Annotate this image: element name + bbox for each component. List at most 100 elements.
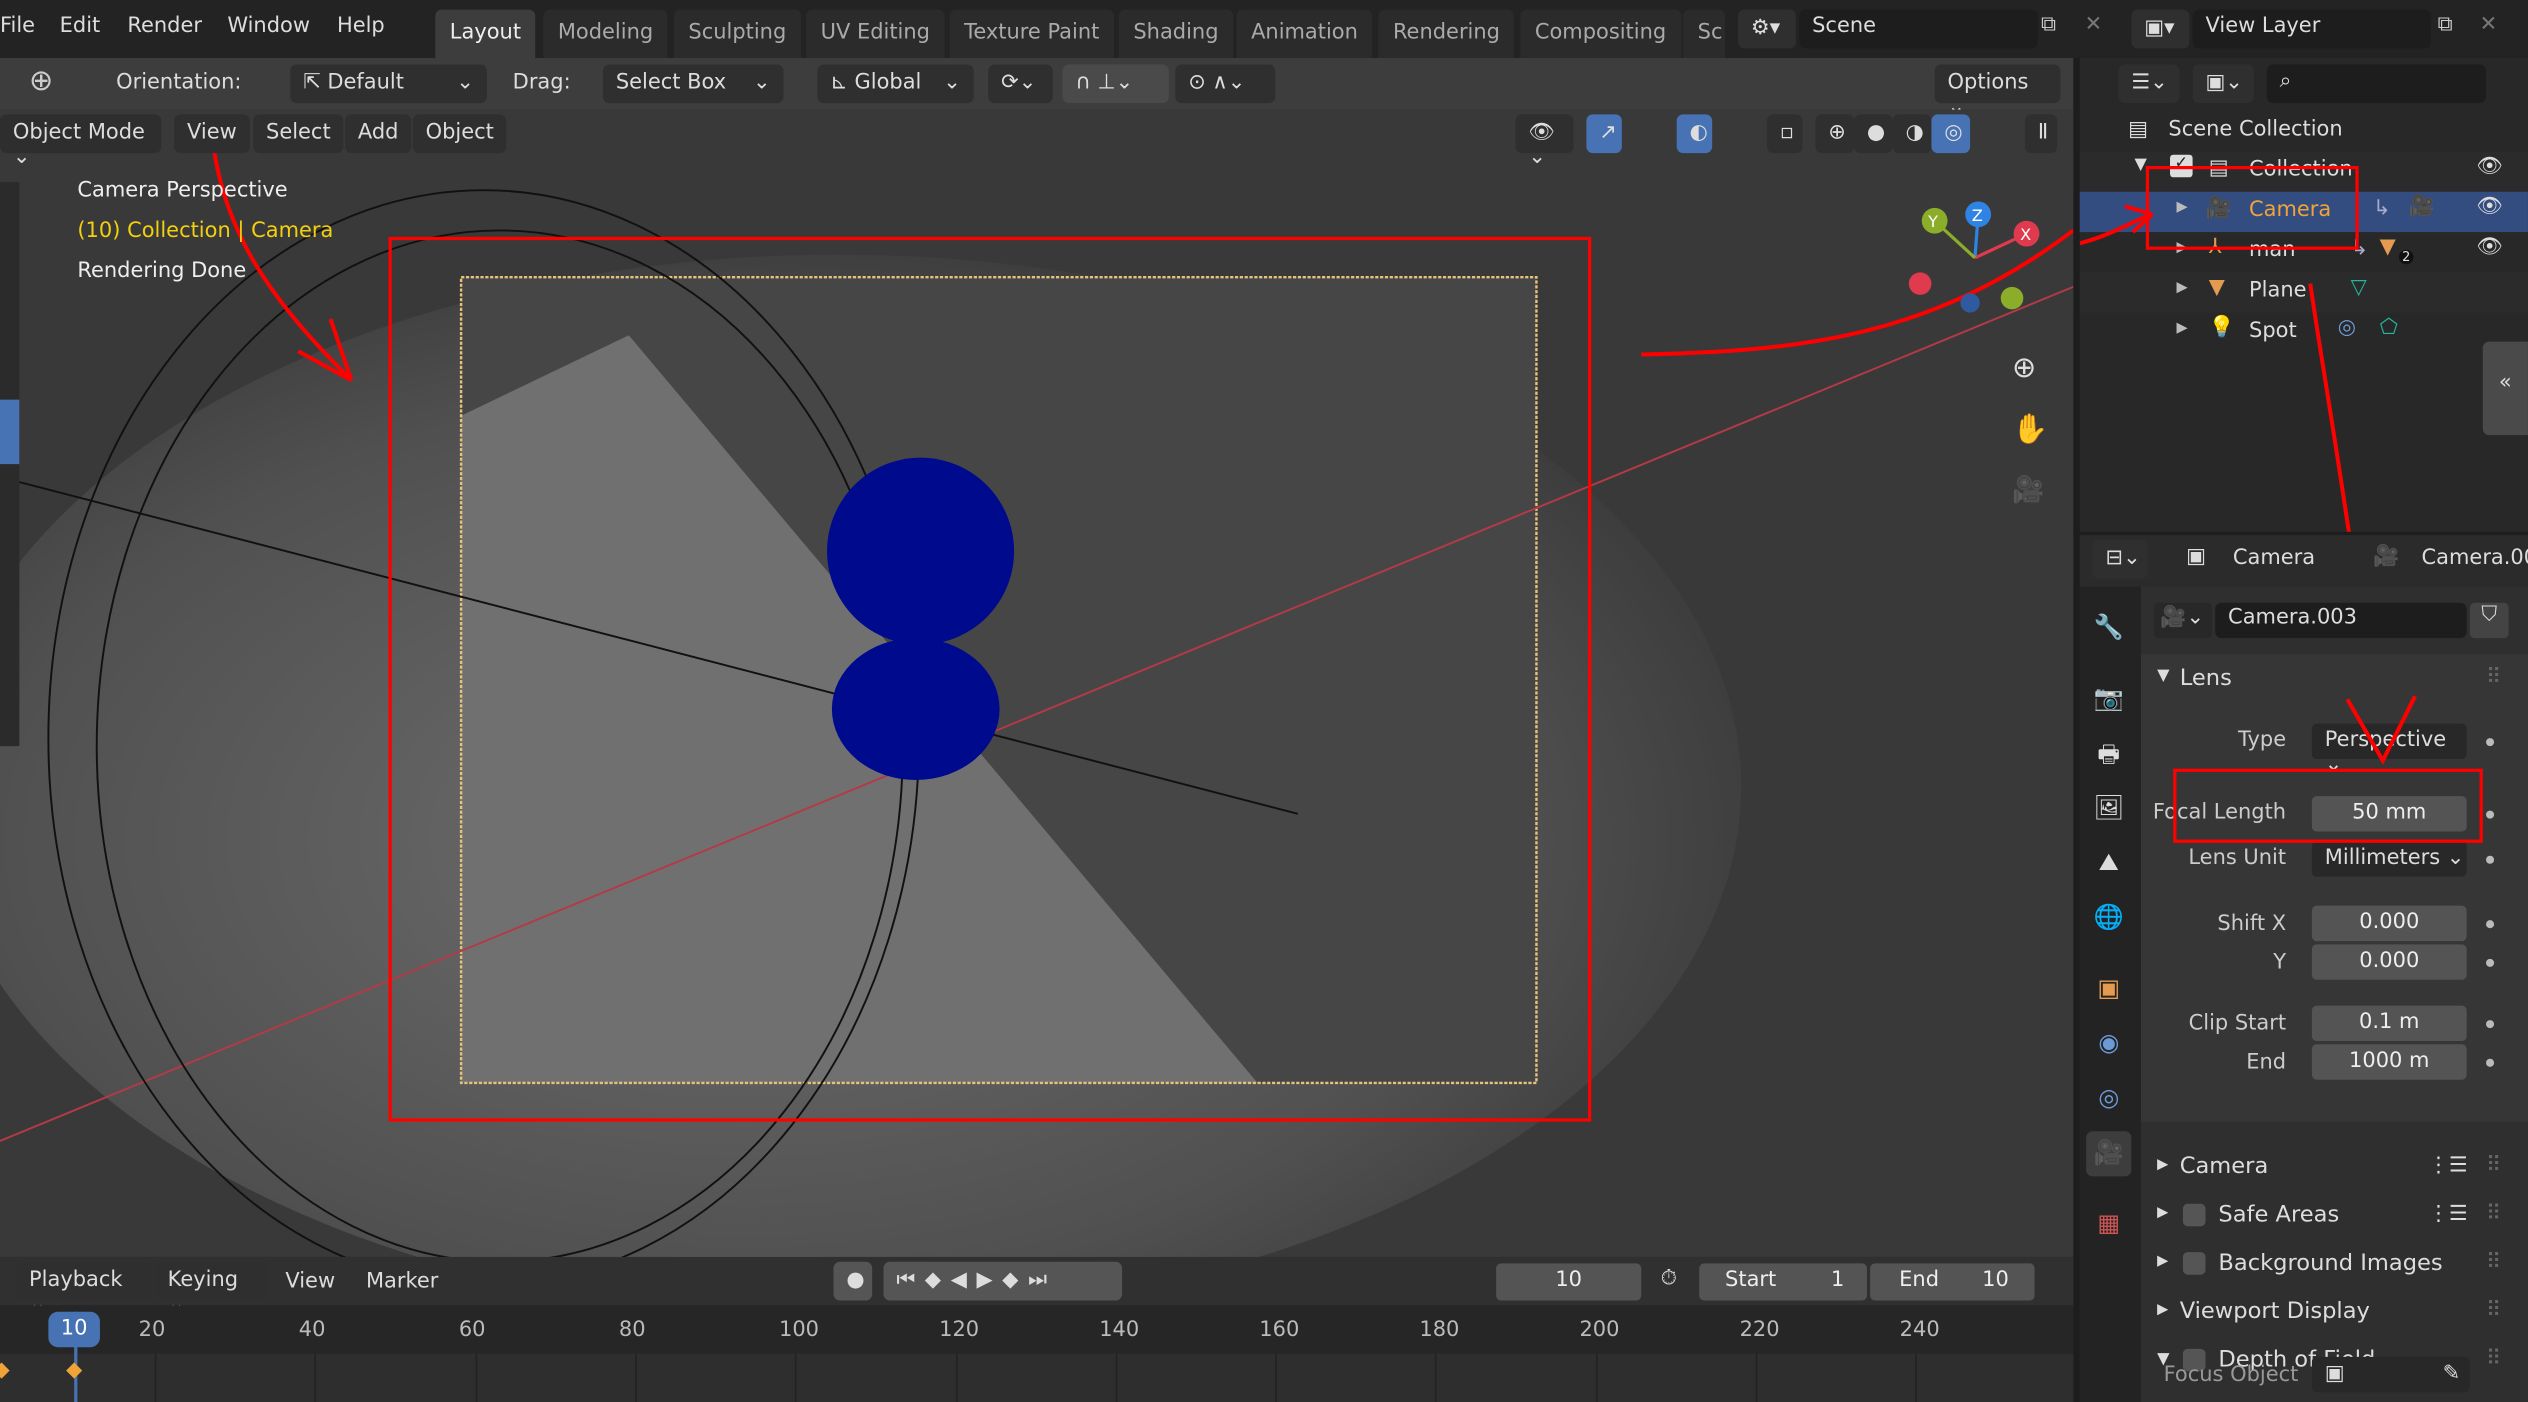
tool-tab-icon[interactable]: 🔧 (2086, 606, 2131, 651)
proportional-editing[interactable]: ⊙ ∧⌄ (1175, 64, 1276, 104)
camera-data-tab-icon[interactable]: 🎥 (2086, 1131, 2132, 1177)
menu-render[interactable]: Render (127, 15, 202, 39)
timeline-menu-marker[interactable]: Marker (366, 1270, 438, 1294)
focus-object-field[interactable]: ▣ ✎ (2311, 1356, 2470, 1393)
navigation-gizmo[interactable]: Z X Y (1902, 193, 2047, 322)
menu-window[interactable]: Window (227, 15, 310, 39)
tab-uv-editing[interactable]: UV Editing (806, 9, 945, 59)
menu-edit[interactable]: Edit (60, 15, 101, 39)
playback-controls[interactable]: ⏮◆◀▶◆⏭ (883, 1261, 1123, 1301)
pause-render-button[interactable]: Ⅱ (2024, 114, 2058, 154)
drag-dropdown[interactable]: Select Box ⌄ (602, 64, 784, 104)
keyframe-dot[interactable] (2486, 958, 2495, 967)
zoom-icon[interactable]: ⊕ (2012, 351, 2036, 385)
keyframe-dot[interactable] (2486, 855, 2495, 864)
view-layer-selector[interactable]: ▣▾ (2131, 9, 2190, 49)
solid-shading[interactable]: ● (1854, 114, 1893, 154)
record-button[interactable]: ● (833, 1261, 873, 1301)
presets-icon[interactable]: ⋮☰ (2428, 1202, 2468, 1226)
section-background-images[interactable]: ▶ Background Images ⠿ (2141, 1251, 2528, 1299)
jump-start-icon[interactable]: ⏮ (896, 1268, 925, 1292)
delete-scene-icon[interactable]: ✕ (2085, 13, 2103, 37)
section-safe-areas[interactable]: ▶ Safe Areas ⋮☰ ⠿ (2141, 1202, 2528, 1250)
tab-layout[interactable]: Layout (435, 9, 536, 59)
menu-add[interactable]: Add (345, 114, 412, 154)
menu-view[interactable]: View (174, 114, 250, 154)
snap-toggle[interactable]: ∩ ⊥⌄ (1062, 64, 1169, 104)
keyframe-dot[interactable] (2486, 920, 2495, 929)
view-layer-tab-icon[interactable]: 🖼 (2086, 786, 2131, 831)
material-shading[interactable]: ◑ (1892, 114, 1932, 154)
view-layer-field[interactable]: View Layer (2192, 9, 2432, 49)
wireframe-shading[interactable]: ⊕ (1815, 114, 1855, 154)
section-camera[interactable]: ▶ Camera ⋮☰ ⠿ (2141, 1154, 2528, 1202)
toolbar-strip[interactable] (0, 182, 20, 747)
breadcrumb-object[interactable]: Camera (2233, 546, 2315, 570)
overlay-toggle[interactable]: ◐ (1676, 114, 1713, 154)
orientation-dropdown[interactable]: ⇱ Default ⌄ (290, 64, 487, 104)
drag-handle-icon[interactable]: ⠿ (2486, 1154, 2501, 1178)
pan-hand-icon[interactable]: ✋ (2012, 413, 2048, 447)
render-tab-icon[interactable]: 📷 (2086, 677, 2131, 722)
timeline-tracks[interactable] (0, 1353, 2074, 1402)
tab-rendering[interactable]: Rendering (1378, 9, 1515, 59)
tab-scripting[interactable]: Sc (1683, 9, 1726, 59)
menu-help[interactable]: Help (337, 15, 385, 39)
3d-viewport[interactable]: Object Mode ⌄ View Select Add Object 👁⌄ … (0, 109, 2074, 1257)
shift-x-field[interactable]: 0.000 (2311, 905, 2467, 942)
constraints-tab-icon[interactable]: ◎ (2086, 1076, 2131, 1121)
playhead-frame-label[interactable]: 10 (48, 1311, 100, 1348)
tab-compositing[interactable]: Compositing (1520, 9, 1681, 59)
drag-handle-icon[interactable]: ⠿ (2486, 1299, 2501, 1323)
tab-animation[interactable]: Animation (1236, 9, 1373, 59)
stopwatch-icon[interactable]: ⏱ (1661, 1267, 1677, 1291)
clip-start-field[interactable]: 0.1 m (2311, 1005, 2467, 1042)
pivot-point-dropdown[interactable]: ⟳⌄ (988, 64, 1053, 104)
playback-dropdown[interactable]: Playback ⌄ (16, 1261, 152, 1317)
drag-handle-icon[interactable]: ⠿ (2486, 1251, 2501, 1275)
drag-handle-icon[interactable]: ⠿ (2486, 1347, 2501, 1371)
keyframe-icon[interactable]: ◆ (66, 1358, 82, 1382)
transform-orientation-dropdown[interactable]: ⊾ Global ⌄ (817, 64, 974, 104)
breadcrumb-data[interactable]: Camera.003 (2422, 546, 2528, 570)
keyframe-icon[interactable]: ◆ (0, 1358, 10, 1382)
background-images-checkbox[interactable] (2182, 1252, 2206, 1275)
new-view-layer-icon[interactable]: ⧉ (2438, 13, 2453, 37)
scene-name-field[interactable]: Scene (1799, 9, 2038, 49)
gizmo-toggle[interactable]: ↗ (1586, 114, 1622, 154)
tab-shading[interactable]: Shading (1118, 9, 1234, 59)
rendered-shading[interactable]: ◎ (1931, 114, 1971, 154)
world-tab-icon[interactable]: 🌐 (2086, 896, 2131, 941)
jump-end-icon[interactable]: ⏭ (1028, 1268, 1057, 1292)
output-tab-icon[interactable]: 🖶 (2086, 732, 2131, 777)
safe-areas-checkbox[interactable] (2182, 1203, 2206, 1227)
tab-sculpting[interactable]: Sculpting (673, 9, 801, 59)
camera-view-icon[interactable]: 🎥 (2012, 474, 2044, 505)
scene-selector[interactable]: ⚙▾ (1737, 9, 1796, 49)
new-scene-icon[interactable]: ⧉ (2041, 13, 2056, 37)
menu-file[interactable]: File (0, 15, 35, 39)
delete-view-layer-icon[interactable]: ✕ (2480, 13, 2498, 37)
section-viewport-display[interactable]: ▶ Viewport Display ⠿ (2141, 1299, 2528, 1347)
scene-tab-icon[interactable]: ⛰ (2086, 841, 2131, 886)
play-reverse-icon[interactable]: ◀ (951, 1268, 977, 1292)
menu-object[interactable]: Object (412, 114, 507, 154)
texture-tab-icon[interactable]: ▦ (2086, 1202, 2131, 1247)
next-keyframe-icon[interactable]: ◆ (1002, 1268, 1028, 1292)
xray-toggle[interactable]: ▫ (1766, 114, 1803, 154)
options-dropdown[interactable]: Options ⌄ (1934, 64, 2061, 119)
timeline-menu-view[interactable]: View (285, 1270, 335, 1294)
drag-handle-icon[interactable]: ⠿ (2486, 1202, 2501, 1226)
end-frame-field[interactable]: End 10 (1870, 1263, 2035, 1301)
current-frame-field[interactable]: 10 (1496, 1263, 1642, 1301)
tab-modeling[interactable]: Modeling (543, 9, 668, 59)
keyframe-dot[interactable] (2486, 1058, 2495, 1067)
keying-dropdown[interactable]: Keying ⌄ (154, 1261, 268, 1317)
keyframe-dot[interactable] (2486, 1020, 2495, 1029)
keyframe-dot[interactable] (2486, 810, 2495, 819)
transform-tool-icon[interactable]: ⊕ (29, 64, 53, 98)
editor-type-dropdown[interactable]: ⊟⌄ (2092, 539, 2148, 579)
shift-y-field[interactable]: 0.000 (2311, 944, 2467, 980)
prev-keyframe-icon[interactable]: ◆ (925, 1268, 951, 1292)
eyedropper-icon[interactable]: ✎ (2443, 1362, 2461, 1386)
